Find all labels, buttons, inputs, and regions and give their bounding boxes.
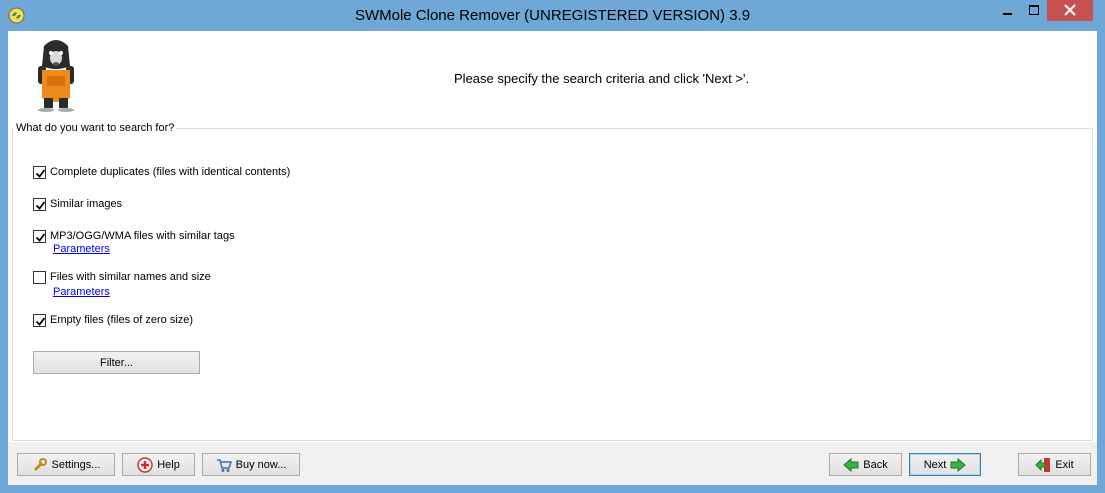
mole-mascot-image	[38, 40, 74, 112]
option-complete-duplicates[interactable]: Complete duplicates (files with identica…	[33, 165, 290, 179]
option-similar-names[interactable]: Files with similar names and size	[33, 270, 211, 284]
back-arrow-icon	[843, 457, 859, 473]
group-border-left	[12, 128, 13, 441]
group-label: What do you want to search for?	[14, 122, 177, 134]
option-empty-files[interactable]: Empty files (files of zero size)	[33, 313, 193, 327]
group-border-right	[1092, 128, 1093, 441]
checkbox-similar-images[interactable]	[33, 197, 46, 211]
help-icon	[137, 456, 153, 473]
names-parameters-link[interactable]: Parameters	[53, 286, 110, 298]
checkbox-complete-duplicates[interactable]	[33, 165, 46, 179]
window-title: SWMole Clone Remover (UNREGISTERED VERSI…	[354, 7, 751, 24]
exit-icon	[1035, 457, 1051, 473]
next-label: Next	[923, 458, 947, 471]
minimize-button[interactable]	[994, 0, 1021, 21]
checkbox-similar-names[interactable]	[33, 270, 46, 284]
close-icon	[1064, 4, 1076, 16]
check-icon	[35, 200, 46, 210]
option-label: Files with similar names and size	[50, 271, 211, 283]
next-button[interactable]: Next	[909, 453, 981, 476]
wizard-header: Please specify the search criteria and c…	[8, 31, 1097, 128]
option-label: MP3/OGG/WMA files with similar tags	[50, 230, 235, 242]
close-button[interactable]	[1047, 0, 1093, 21]
app-window: SWMole Clone Remover (UNREGISTERED VERSI…	[0, 0, 1105, 493]
checkbox-empty-files[interactable]	[33, 313, 46, 327]
settings-label: Settings...	[51, 458, 101, 471]
option-similar-images[interactable]: Similar images	[33, 197, 122, 211]
filter-button[interactable]: Filter...	[33, 351, 200, 374]
help-label: Help	[157, 458, 180, 471]
buy-now-button[interactable]: Buy now...	[202, 453, 300, 476]
filter-button-label: Filter...	[99, 356, 133, 369]
option-label: Complete duplicates (files with identica…	[50, 166, 291, 178]
maximize-button[interactable]	[1021, 0, 1047, 21]
next-arrow-icon	[950, 457, 967, 473]
back-button[interactable]: Back	[829, 453, 902, 476]
audio-parameters-link[interactable]: Parameters	[53, 243, 110, 255]
settings-button[interactable]: Settings...	[17, 453, 115, 476]
wrench-icon	[32, 457, 48, 473]
back-label: Back	[863, 458, 888, 471]
title-bar[interactable]: SWMole Clone Remover (UNREGISTERED VERSI…	[0, 0, 1105, 31]
check-icon	[35, 168, 46, 178]
cart-icon	[216, 457, 232, 473]
option-label: Similar images	[50, 198, 123, 210]
search-criteria-group: What do you want to search for? Complete…	[8, 122, 1097, 441]
separator	[8, 441, 1097, 442]
client-area: Please specify the search criteria and c…	[8, 31, 1097, 485]
exit-label: Exit	[1055, 458, 1074, 471]
buy-now-label: Buy now...	[235, 458, 287, 471]
help-button[interactable]: Help	[122, 453, 195, 476]
checkbox-audio-tags[interactable]	[33, 229, 46, 243]
check-icon	[35, 232, 46, 242]
option-audio-tags[interactable]: MP3/OGG/WMA files with similar tags	[33, 229, 235, 243]
check-icon	[35, 316, 46, 326]
option-label: Empty files (files of zero size)	[50, 314, 194, 326]
exit-button[interactable]: Exit	[1018, 453, 1091, 476]
instruction-text: Please specify the search criteria and c…	[454, 71, 750, 86]
